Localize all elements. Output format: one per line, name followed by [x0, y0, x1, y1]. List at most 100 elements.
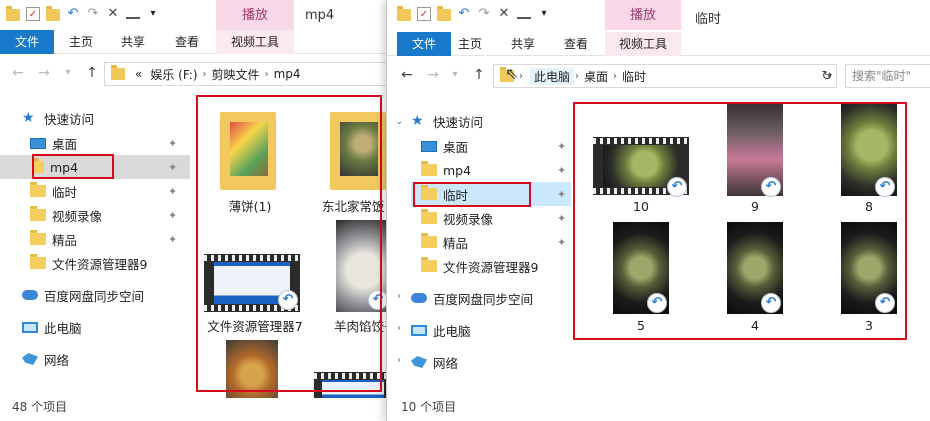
dropdown-icon[interactable]: ▾ [537, 6, 551, 22]
nav-video-recordings[interactable]: 视频录像 [30, 203, 190, 227]
nav-desktop[interactable]: 桌面 [421, 134, 571, 158]
chevron-right-icon[interactable]: › [518, 71, 524, 82]
folder-icon [421, 233, 437, 248]
annotation-box-content [196, 95, 382, 392]
address-bar[interactable]: › 此电脑 › 桌面 › 临时 ▾ [493, 64, 837, 88]
breadcrumb-drive[interactable]: 娱乐 (F:) [146, 66, 201, 83]
nav-label: 网络 [44, 352, 70, 368]
nav-baidu-sync[interactable]: 百度网盘同步空间 [411, 286, 571, 310]
nav-baidu-sync[interactable]: 百度网盘同步空间 [22, 283, 190, 307]
refresh-icon[interactable]: ↻ [819, 68, 835, 86]
pin-icon[interactable]: ✦ [168, 137, 177, 150]
undo-icon[interactable]: ↶ [457, 6, 471, 22]
nav-this-pc[interactable]: 此电脑 [411, 318, 571, 342]
window-title: mp4 [305, 8, 335, 23]
dropdown-icon[interactable]: ▾ [146, 6, 160, 22]
tab-file[interactable]: 文件 [397, 32, 451, 56]
nav-label: 此电脑 [433, 323, 471, 339]
recent-dropdown-icon[interactable]: ▾ [60, 64, 76, 82]
new-folder-icon[interactable] [437, 6, 451, 21]
expand-down-icon[interactable]: ⌄ [395, 116, 403, 127]
tab-share[interactable]: 共享 [110, 30, 156, 54]
nav-label: 精品 [52, 232, 78, 248]
folder-icon [30, 182, 46, 197]
pin-icon[interactable]: ✦ [557, 236, 566, 249]
nav-file-explorer-9[interactable]: 文件资源管理器9 [30, 251, 190, 275]
delete-icon[interactable]: ✕ [106, 6, 120, 22]
pin-icon[interactable]: ✦ [168, 161, 177, 174]
pin-icon[interactable]: ✦ [557, 212, 566, 225]
expand-icon[interactable]: › [397, 355, 401, 366]
nav-label: 桌面 [52, 136, 78, 152]
ribbon-tabs: 文件 主页 共享 查看 视频工具 [0, 30, 392, 54]
nav-label: 百度网盘同步空间 [44, 288, 145, 304]
rename-icon[interactable] [126, 9, 140, 19]
nav-featured[interactable]: 精品 [30, 227, 190, 251]
context-tab-play[interactable]: 播放 [605, 0, 681, 30]
nav-label: 文件资源管理器9 [52, 256, 148, 272]
expand-icon[interactable]: › [397, 291, 401, 302]
breadcrumb-temp[interactable]: 临时 [618, 68, 650, 85]
tab-view[interactable]: 查看 [164, 30, 210, 54]
search-input[interactable]: 搜索"临时" [845, 64, 930, 88]
tab-video-tools[interactable]: 视频工具 [216, 30, 294, 54]
new-folder-icon[interactable] [46, 6, 60, 21]
tab-share[interactable]: 共享 [500, 32, 546, 56]
breadcrumb-jianying[interactable]: 剪映文件 [208, 66, 264, 83]
breadcrumb-mp4[interactable]: mp4 [270, 67, 305, 81]
redo-icon[interactable]: ↷ [86, 6, 100, 22]
nav-file-explorer-9[interactable]: 文件资源管理器9 [421, 254, 571, 278]
nav-this-pc[interactable]: 此电脑 [22, 315, 190, 339]
properties-icon[interactable]: ✓ [26, 7, 40, 21]
pin-icon[interactable]: ✦ [168, 209, 177, 222]
pin-icon[interactable]: ✦ [557, 164, 566, 177]
nav-temp[interactable]: 临时 [30, 179, 190, 203]
properties-icon[interactable]: ✓ [417, 7, 431, 21]
undo-icon[interactable]: ↶ [66, 6, 80, 22]
quick-access-toolbar: ✓ ↶ ↷ ✕ ▾ [397, 6, 551, 22]
nav-label: 此电脑 [44, 320, 82, 336]
pin-icon[interactable]: ✦ [557, 188, 566, 201]
nav-label: 快速访问 [433, 114, 484, 130]
cloud-icon [22, 290, 38, 300]
address-row: ← → ▾ ↑ « 娱乐 (F:) › 剪映文件 › mp4 [0, 58, 392, 88]
delete-icon[interactable]: ✕ [497, 6, 511, 22]
address-bar[interactable]: « 娱乐 (F:) › 剪映文件 › mp4 [104, 62, 392, 86]
forward-icon[interactable]: → [425, 66, 441, 84]
up-icon[interactable]: ↑ [84, 64, 100, 82]
nav-network[interactable]: 网络 [22, 347, 190, 371]
folder-icon [111, 65, 125, 80]
recent-dropdown-icon[interactable]: ▾ [447, 66, 463, 84]
back-icon[interactable]: ← [10, 64, 26, 82]
breadcrumb-desktop[interactable]: 桌面 [580, 68, 612, 85]
tab-file[interactable]: 文件 [0, 30, 54, 54]
nav-quick-access[interactable]: ★ 快速访问 [411, 109, 571, 133]
pin-icon[interactable]: ✦ [168, 185, 177, 198]
tab-home[interactable]: 主页 [58, 30, 104, 54]
folder-icon [6, 6, 20, 21]
nav-label: 视频录像 [52, 208, 103, 224]
pin-icon[interactable]: ✦ [557, 140, 566, 153]
title-bar: ✓ ↶ ↷ ✕ ▾ 播放 mp4 [0, 0, 392, 30]
nav-desktop[interactable]: 桌面 [30, 131, 190, 155]
tab-home[interactable]: 主页 [447, 32, 493, 56]
nav-featured[interactable]: 精品 [421, 230, 571, 254]
forward-icon[interactable]: → [36, 64, 52, 82]
nav-quick-access[interactable]: ★ 快速访问 [22, 106, 190, 130]
tab-video-tools[interactable]: 视频工具 [605, 32, 681, 56]
pin-icon[interactable]: ✦ [168, 233, 177, 246]
redo-icon[interactable]: ↷ [477, 6, 491, 22]
breadcrumb-this-pc[interactable]: 此电脑 [530, 67, 575, 85]
tab-view[interactable]: 查看 [553, 32, 599, 56]
rename-icon[interactable] [517, 9, 531, 19]
nav-network[interactable]: 网络 [411, 350, 571, 374]
folder-icon [397, 6, 411, 21]
breadcrumb-overflow[interactable]: « [131, 67, 146, 81]
nav-mp4[interactable]: mp4 [421, 158, 571, 182]
nav-video-recordings[interactable]: 视频录像 [421, 206, 571, 230]
up-icon[interactable]: ↑ [471, 66, 487, 84]
context-tab-play[interactable]: 播放 [216, 0, 294, 30]
back-icon[interactable]: ← [399, 66, 415, 84]
expand-icon[interactable]: › [397, 323, 401, 334]
folder-icon [421, 209, 437, 224]
